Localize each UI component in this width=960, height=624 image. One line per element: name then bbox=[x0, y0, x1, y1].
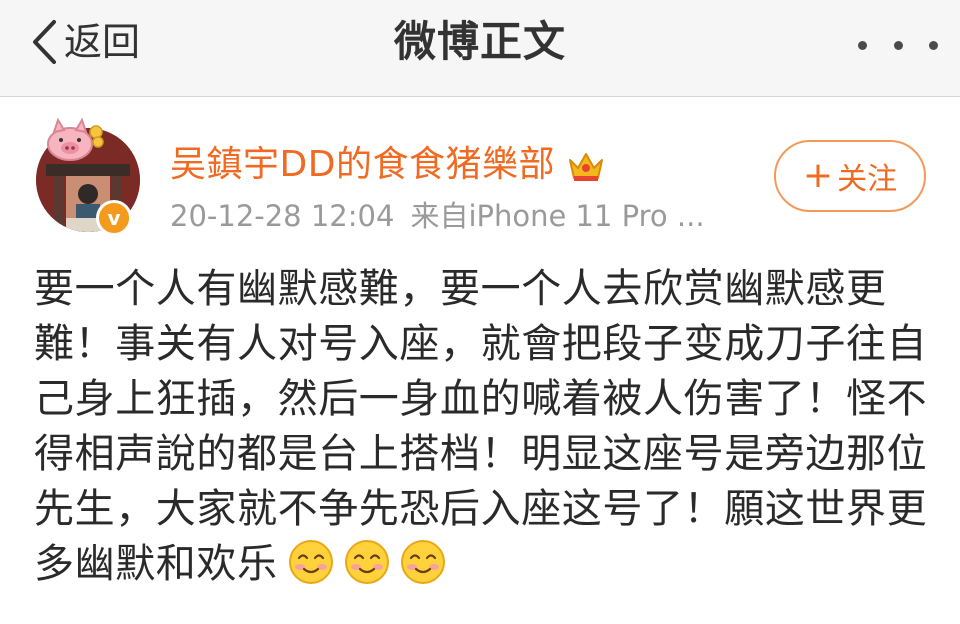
smile-emoji-icon bbox=[344, 540, 389, 584]
post-timestamp: 20-12-28 12:04 bbox=[170, 199, 395, 233]
post-content-line: 得相声說的都是台上搭档！明显这座号是旁边那位 bbox=[34, 431, 928, 477]
more-dot-icon bbox=[858, 40, 867, 50]
author-name[interactable]: 吴鎮宇DD的食食猪樂部 bbox=[170, 140, 555, 190]
smile-emoji-icon bbox=[400, 540, 445, 584]
follow-label: 关注 bbox=[837, 162, 898, 197]
post-content-line: 己身上狂插，然后一身血的喊着被人伤害了！怪不 bbox=[34, 376, 928, 422]
post-content-line: 先生，大家就不争先恐后入座这号了！願这世界更 bbox=[34, 486, 928, 532]
more-dot-icon bbox=[893, 40, 903, 50]
smile-emoji-icon bbox=[288, 540, 333, 584]
verified-badge-icon: v bbox=[96, 200, 132, 236]
follow-button[interactable]: + 关注 bbox=[774, 140, 926, 212]
post-content-line: 難！事关有人对号入座，就會把段子变成刀子往自 bbox=[34, 321, 928, 367]
plus-icon: + bbox=[802, 155, 834, 196]
page-title: 微博正文 bbox=[393, 17, 566, 66]
post-content: 要一个人有幽默感難，要一个人去欣赏幽默感更 難！事关有人对号入座，就會把段子变成… bbox=[34, 262, 928, 592]
more-options-button[interactable] bbox=[858, 30, 938, 60]
post-content-line: 要一个人有幽默感難，要一个人去欣赏幽默感更 bbox=[34, 266, 887, 312]
post-source: 来自iPhone 11 Pro ... bbox=[410, 199, 705, 233]
crown-icon bbox=[569, 153, 603, 181]
post-content-line: 多幽默和欢乐 bbox=[34, 541, 278, 587]
post-content-last-line: 多幽默和欢乐 bbox=[34, 537, 924, 592]
post-meta: 20-12-28 12:04 来自iPhone 11 Pro ... bbox=[170, 196, 705, 236]
more-dot-icon bbox=[929, 40, 938, 50]
pig-mascot-icon bbox=[47, 118, 104, 161]
top-nav-bar: 返回 微博正文 bbox=[0, 0, 960, 97]
